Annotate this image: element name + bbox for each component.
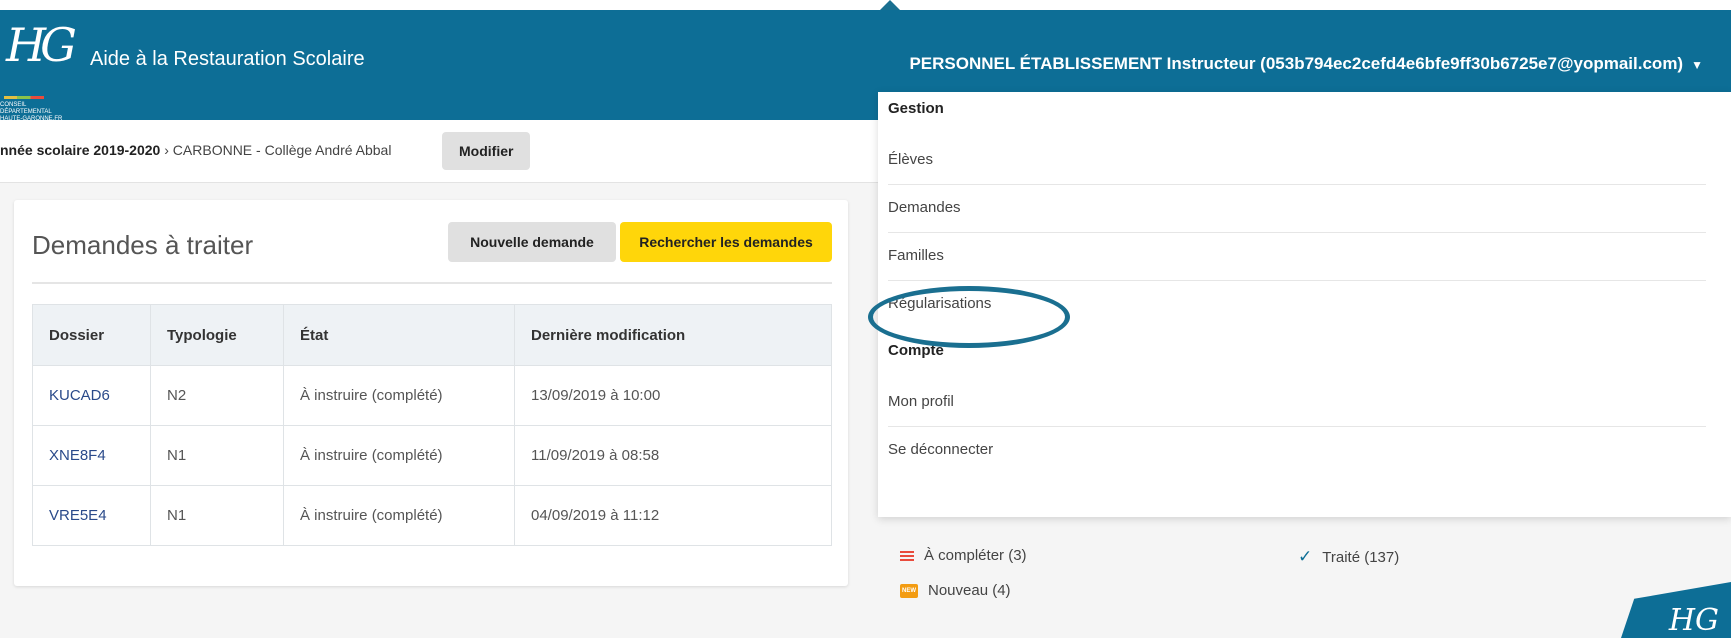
dossier-link[interactable]: KUCAD6: [32, 365, 151, 426]
requests-table: Dossier Typologie État Dernière modifica…: [32, 304, 832, 546]
dossier-link[interactable]: XNE8F4: [32, 425, 151, 486]
status-treated-label: Traité (137): [1322, 549, 1400, 566]
status-new: NEW Nouveau (4): [900, 582, 1011, 599]
status-to-complete-label: À compléter (3): [924, 547, 1027, 564]
logo-letters: HG: [6, 18, 77, 72]
new-badge-icon: NEW: [900, 584, 918, 599]
menu-item-demandes[interactable]: Demandes: [888, 184, 1706, 233]
typologie-cell: N2: [150, 365, 284, 426]
corner-logo-letters: HG: [1668, 603, 1719, 638]
etat-cell: À instruire (complété): [283, 425, 515, 486]
menu-item-profile[interactable]: Mon profil: [888, 378, 1706, 427]
modify-button[interactable]: Modifier: [442, 132, 531, 170]
modification-cell: 11/09/2019 à 08:58: [514, 425, 832, 486]
highlight-circle: [868, 286, 1070, 348]
table-row: XNE8F4 N1 À instruire (complété) 11/09/2…: [32, 425, 832, 486]
corner-logo: HG: [1621, 582, 1731, 638]
menu-item-familles[interactable]: Familles: [888, 232, 1706, 281]
breadcrumb: nnée scolaire 2019-2020 › CARBONNE - Col…: [0, 142, 391, 158]
department-logo[interactable]: HG CONSEIL DÉPARTEMENTAL HAUTE-GARONNE.F…: [0, 18, 77, 122]
caret-down-icon: ▼: [1691, 58, 1703, 72]
typologie-cell: N1: [150, 425, 284, 486]
user-menu-label: PERSONNEL ÉTABLISSEMENT Instructeur (053…: [909, 54, 1684, 73]
status-to-complete: À compléter (3): [900, 547, 1027, 564]
status-treated: ✓ Traité (137): [1298, 547, 1399, 567]
menu-heading-gestion: Gestion: [888, 100, 944, 117]
app-title[interactable]: Aide à la Restauration Scolaire: [90, 48, 365, 71]
new-request-button[interactable]: Nouvelle demande: [448, 222, 616, 262]
menu-item-eleves[interactable]: Élèves: [888, 136, 1706, 185]
logo-color-bars: [4, 96, 44, 99]
table-row: VRE5E4 N1 À instruire (complété) 04/09/2…: [32, 485, 832, 546]
typologie-cell: N1: [150, 485, 284, 546]
modification-cell: 13/09/2019 à 10:00: [514, 365, 832, 426]
requests-card: Demandes à traiter Nouvelle demande Rech…: [14, 200, 848, 586]
card-divider: [32, 282, 832, 284]
search-requests-button[interactable]: Rechercher les demandes: [620, 222, 832, 262]
column-header-typologie[interactable]: Typologie: [150, 304, 284, 366]
menu-item-logout[interactable]: Se déconnecter: [888, 426, 1706, 474]
breadcrumb-school: CARBONNE - Collège André Abbal: [172, 142, 392, 158]
column-header-etat[interactable]: État: [283, 304, 515, 366]
column-header-dossier[interactable]: Dossier: [32, 304, 151, 366]
column-header-modification[interactable]: Dernière modification: [514, 304, 832, 366]
modification-cell: 04/09/2019 à 11:12: [514, 485, 832, 546]
etat-cell: À instruire (complété): [283, 365, 515, 426]
table-row: KUCAD6 N2 À instruire (complété) 13/09/2…: [32, 365, 832, 426]
check-icon: ✓: [1298, 547, 1313, 566]
dossier-link[interactable]: VRE5E4: [32, 485, 151, 546]
table-header-row: Dossier Typologie État Dernière modifica…: [32, 304, 832, 366]
top-strip: [0, 0, 1731, 10]
card-title: Demandes à traiter: [32, 230, 254, 260]
list-lines-icon: [900, 549, 914, 563]
breadcrumb-year: nnée scolaire 2019-2020: [0, 142, 161, 158]
user-menu-toggle[interactable]: PERSONNEL ÉTABLISSEMENT Instructeur (053…: [909, 54, 1703, 74]
status-legend: À compléter (3) ✓ Traité (137) NEW Nouveau…: [878, 517, 1731, 638]
status-new-label: Nouveau (4): [928, 582, 1011, 599]
etat-cell: À instruire (complété): [283, 485, 515, 546]
breadcrumb-separator: ›: [164, 142, 169, 158]
